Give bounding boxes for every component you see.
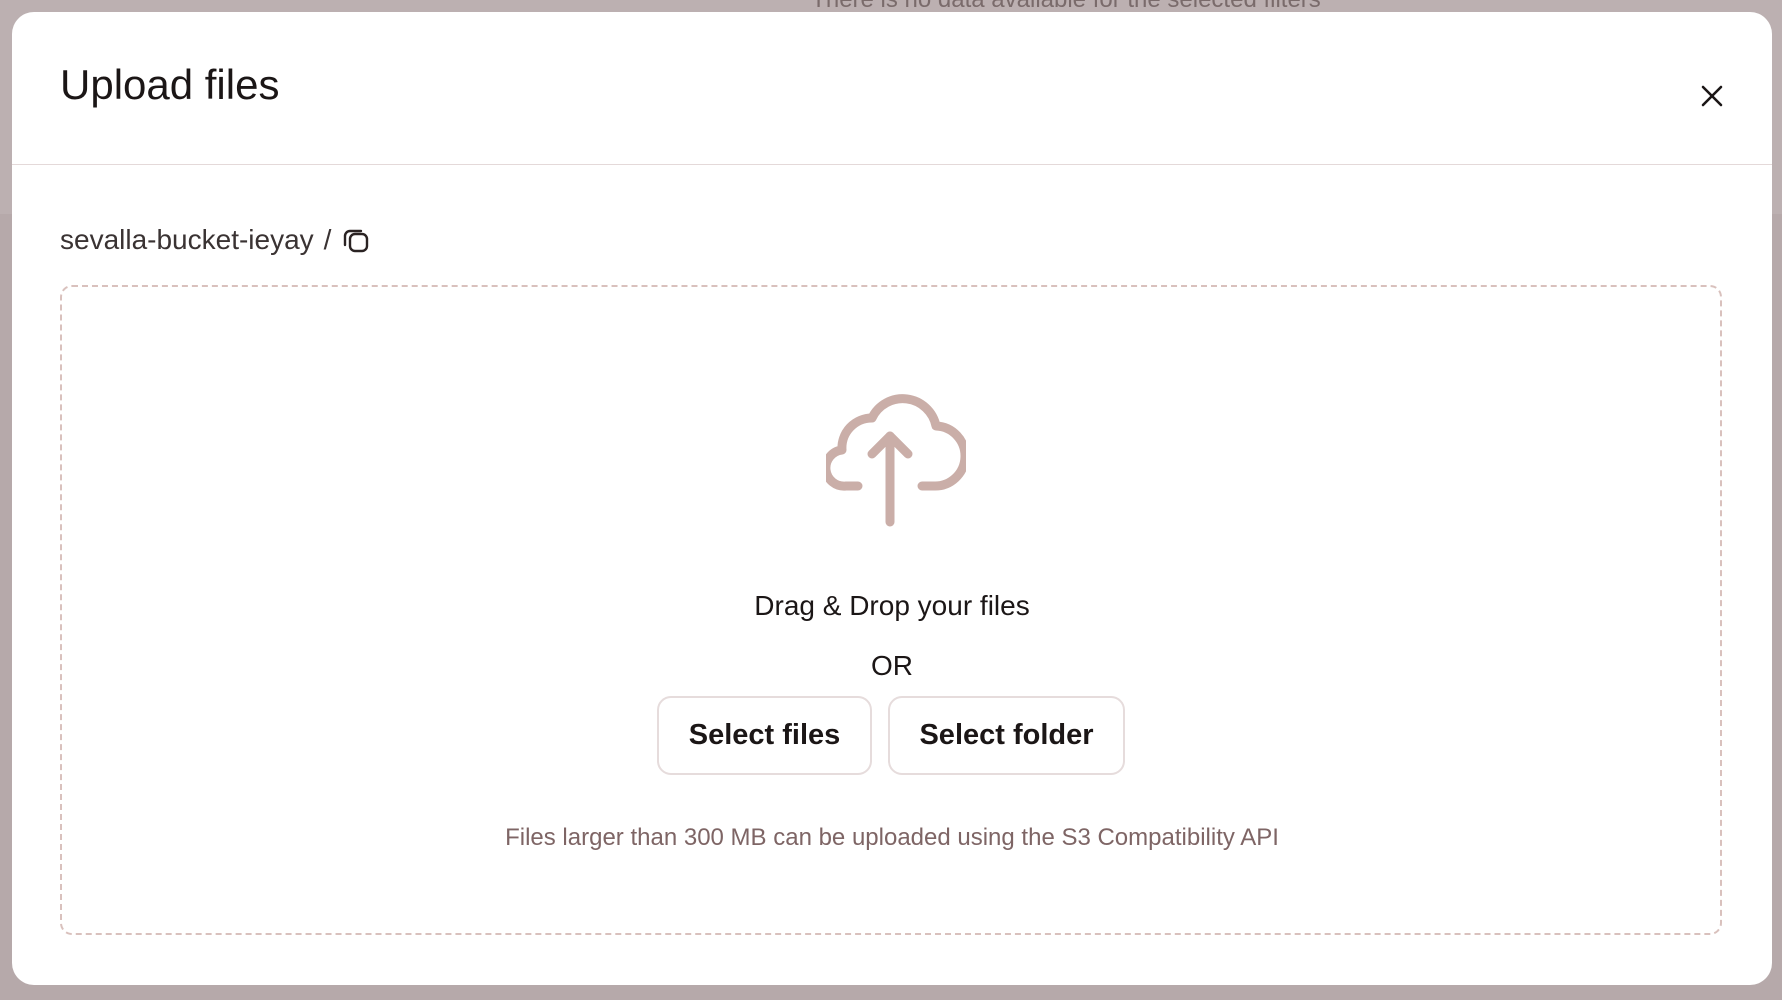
upload-files-dialog: Upload files sevalla-bucket-ieyay / Drag… [12,12,1772,985]
dialog-header: Upload files [12,12,1772,165]
copy-icon [344,229,369,253]
or-divider-label: OR [871,650,913,681]
breadcrumb-separator: / [323,224,332,255]
dialog-title: Upload files [60,61,280,108]
close-button[interactable] [1688,72,1736,120]
cloud-upload-icon [826,394,966,527]
upload-size-hint: Files larger than 300 MB can be uploaded… [505,824,1279,851]
breadcrumb: sevalla-bucket-ieyay / [60,224,371,256]
select-files-button[interactable]: Select files [657,696,872,775]
close-icon [1701,85,1723,107]
select-folder-button[interactable]: Select folder [888,696,1125,775]
bucket-name: sevalla-bucket-ieyay [60,224,314,255]
drag-drop-label: Drag & Drop your files [754,590,1030,621]
copy-path-button[interactable] [341,225,371,255]
